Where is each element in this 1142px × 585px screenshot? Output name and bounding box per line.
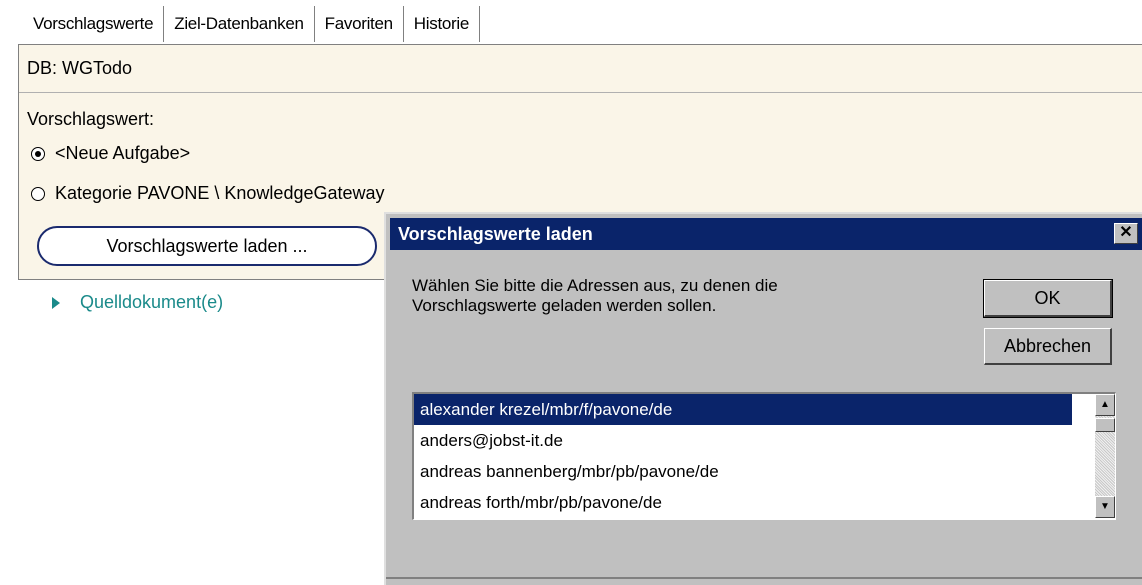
dialog-bottom-edge [386, 577, 1142, 579]
dialog-message-line2: Vorschlagswerte geladen werden sollen. [412, 296, 717, 315]
quelldokument-label: Quelldokument(e) [80, 292, 224, 312]
load-dialog: Vorschlagswerte laden ✕ Wählen Sie bitte… [384, 212, 1142, 585]
address-listbox[interactable]: alexander krezel/mbr/f/pavone/de anders@… [412, 392, 1116, 520]
radio-unchecked-icon[interactable] [31, 186, 45, 201]
tab-bar: Vorschlagswerte Ziel-Datenbanken Favorit… [22, 6, 481, 44]
scroll-thumb[interactable] [1095, 418, 1115, 432]
tab-ziel-datenbanken[interactable]: Ziel-Datenbanken [161, 6, 315, 42]
triangle-right-icon [52, 296, 60, 309]
radio-kategorie[interactable]: Kategorie PAVONE \ KnowledgeGateway [31, 183, 385, 204]
dialog-title: Vorschlagswerte laden [398, 224, 593, 244]
dialog-message-line1: Wählen Sie bitte die Adressen aus, zu de… [412, 276, 778, 295]
list-item[interactable]: alexander krezel/mbr/f/pavone/de [414, 394, 1072, 425]
dialog-titlebar[interactable]: Vorschlagswerte laden ✕ [390, 218, 1142, 250]
radio-label-kategorie: Kategorie PAVONE \ KnowledgeGateway [55, 183, 385, 203]
tab-historie[interactable]: Historie [400, 6, 481, 42]
quelldokument-link[interactable]: Quelldokument(e) [52, 292, 223, 313]
db-label: DB: WGTodo [19, 45, 1142, 93]
scroll-up-icon[interactable]: ▲ [1095, 394, 1115, 416]
cancel-button[interactable]: Abbrechen [984, 328, 1112, 365]
tab-vorschlagswerte[interactable]: Vorschlagswerte [22, 6, 165, 42]
radio-label-neue-aufgabe: <Neue Aufgabe> [55, 143, 191, 163]
dialog-message: Wählen Sie bitte die Adressen aus, zu de… [412, 276, 932, 316]
vorschlagswerte-laden-button[interactable]: Vorschlagswerte laden ... [37, 226, 377, 266]
scroll-down-icon[interactable]: ▼ [1095, 496, 1115, 518]
radio-neue-aufgabe[interactable]: <Neue Aufgabe> [31, 143, 190, 164]
vorschlagswert-label: Vorschlagswert: [27, 109, 155, 129]
close-icon[interactable]: ✕ [1114, 223, 1138, 244]
ok-button[interactable]: OK [983, 279, 1113, 318]
list-item[interactable]: andreas bannenberg/mbr/pb/pavone/de [414, 456, 1072, 487]
tab-favoriten[interactable]: Favoriten [311, 6, 404, 42]
list-item[interactable]: anders@jobst-it.de [414, 425, 1072, 456]
vertical-scrollbar[interactable]: ▲ ▼ [1095, 394, 1115, 518]
radio-checked-icon[interactable] [31, 146, 45, 161]
list-item[interactable]: andreas forth/mbr/pb/pavone/de [414, 487, 1072, 518]
